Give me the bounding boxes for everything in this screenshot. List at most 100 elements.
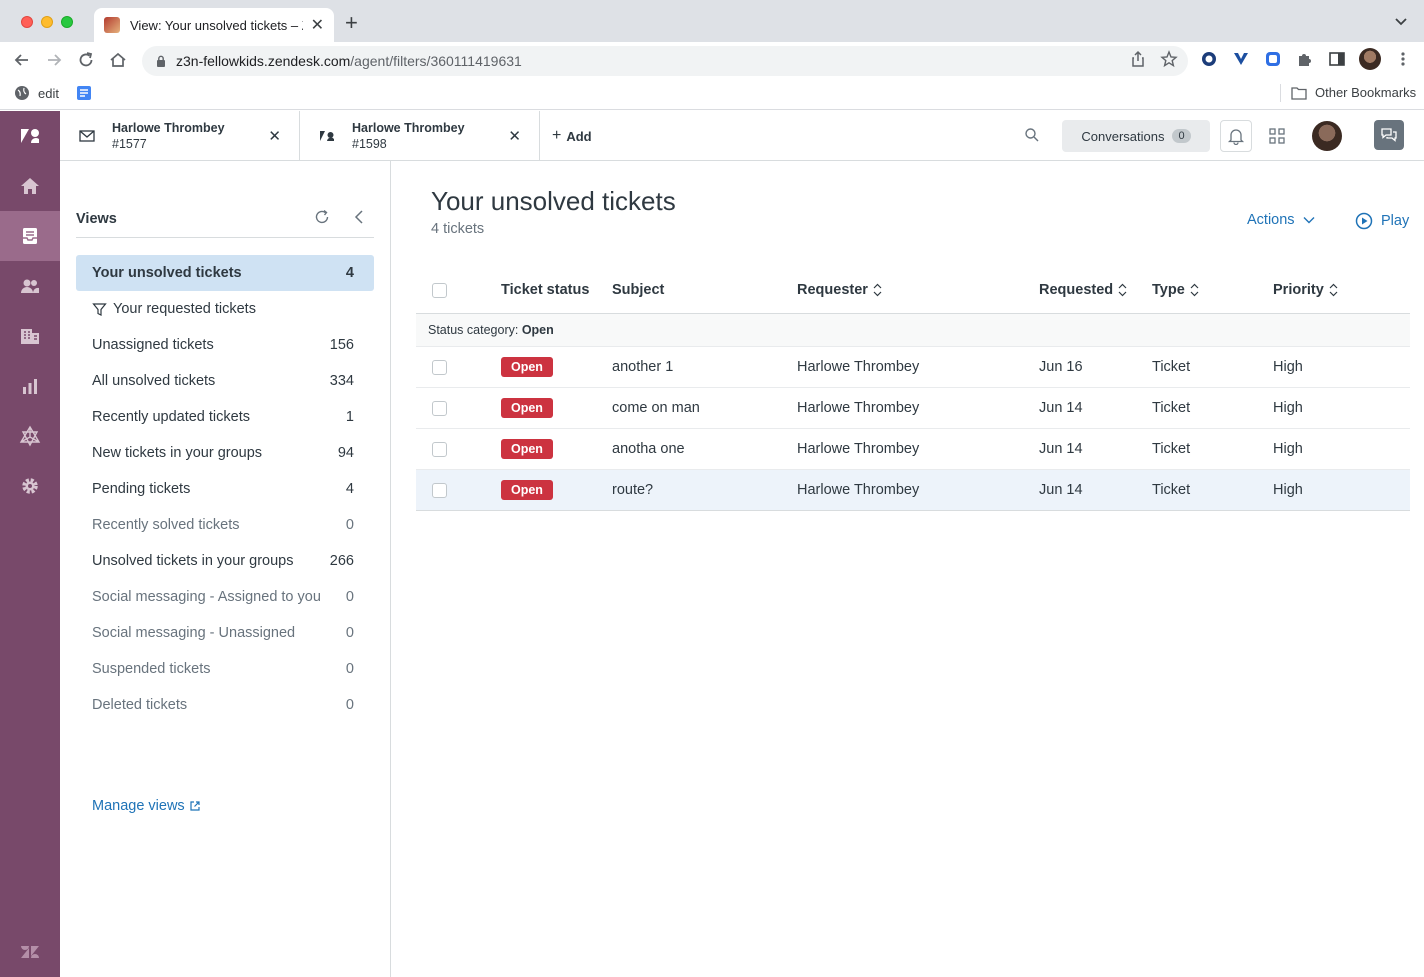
view-item[interactable]: New tickets in your groups 94 — [76, 435, 374, 471]
rail-sell[interactable] — [0, 411, 60, 461]
cell-requester: Harlowe Thrombey — [797, 482, 920, 498]
product-tray-grid-icon[interactable] — [1268, 127, 1286, 145]
view-item-count: 0 — [345, 625, 354, 641]
status-group-row: Status category: Open — [416, 314, 1410, 347]
tab-search-chevron-icon[interactable] — [1394, 14, 1408, 28]
ticket-tab-1598[interactable]: Harlowe Thrombey #1598 ✕ — [300, 111, 540, 161]
back-arrow-icon[interactable] — [12, 50, 32, 70]
close-ticket-tab-icon[interactable]: ✕ — [508, 127, 521, 145]
view-item[interactable]: Suspended tickets 0 — [76, 651, 374, 687]
view-item[interactable]: All unsolved tickets 334 — [76, 363, 374, 399]
home-icon — [21, 178, 39, 194]
rail-customers[interactable] — [0, 261, 60, 311]
new-tab-button[interactable]: + — [345, 12, 358, 34]
profile-avatar[interactable] — [1359, 48, 1381, 70]
view-item-label: Recently solved tickets — [92, 517, 240, 533]
cell-requester: Harlowe Thrombey — [797, 400, 920, 416]
manage-views-link[interactable]: Manage views — [92, 798, 201, 814]
rail-views[interactable] — [0, 211, 60, 261]
reload-icon[interactable] — [76, 50, 96, 70]
add-tab-button[interactable]: + Add — [552, 127, 592, 145]
view-item-label: Social messaging - Unassigned — [92, 625, 296, 641]
play-button[interactable]: Play — [1355, 212, 1409, 230]
view-item[interactable]: Social messaging - Assigned to you 0 — [76, 579, 374, 615]
notifications-button[interactable] — [1220, 120, 1252, 152]
view-item-count: 0 — [345, 517, 354, 533]
view-item[interactable]: Unassigned tickets 156 — [76, 327, 374, 363]
rail-home[interactable] — [0, 161, 60, 211]
maximize-window-button[interactable] — [61, 16, 73, 28]
bookmark-star-icon[interactable] — [1160, 50, 1178, 68]
views-icon — [23, 228, 37, 244]
address-bar[interactable]: z3n-fellowkids.zendesk.com/agent/filters… — [142, 46, 1188, 76]
cell-subject: come on man — [612, 400, 700, 416]
view-item[interactable]: Pending tickets 4 — [76, 471, 374, 507]
view-item[interactable]: Social messaging - Unassigned 0 — [76, 615, 374, 651]
view-item[interactable]: Recently solved tickets 0 — [76, 507, 374, 543]
rail-zendesk-products[interactable] — [0, 927, 60, 977]
column-ticket-status[interactable]: Ticket status — [501, 282, 589, 298]
close-window-button[interactable] — [21, 16, 33, 28]
close-tab-icon[interactable]: ✕ — [311, 15, 324, 35]
browser-menu-icon[interactable] — [1394, 50, 1412, 68]
select-all-checkbox[interactable] — [432, 283, 447, 298]
close-ticket-tab-icon[interactable]: ✕ — [268, 127, 281, 145]
row-checkbox[interactable] — [432, 442, 447, 457]
view-item-label: Recently updated tickets — [92, 409, 250, 425]
sort-icon — [1329, 283, 1338, 297]
extension-v-icon[interactable] — [1232, 50, 1250, 68]
extension-shield-icon[interactable] — [1264, 50, 1282, 68]
home-browser-icon[interactable] — [108, 50, 128, 70]
forward-arrow-icon[interactable] — [44, 50, 64, 70]
column-requested[interactable]: Requested — [1039, 282, 1127, 298]
conversations-button[interactable]: Conversations 0 — [1062, 120, 1210, 152]
extension-circle-icon[interactable] — [1200, 50, 1218, 68]
collapse-views-chevron-icon[interactable] — [352, 209, 366, 225]
user-avatar[interactable] — [1312, 121, 1342, 151]
table-row[interactable]: Open come on man Harlowe Thrombey Jun 14 Tic… — [416, 388, 1410, 429]
view-item-label: Social messaging - Assigned to you — [92, 589, 321, 605]
row-checkbox[interactable] — [432, 401, 447, 416]
share-icon[interactable] — [1129, 50, 1147, 68]
column-label: Subject — [612, 282, 665, 298]
view-item[interactable]: Your unsolved tickets 4 — [76, 255, 374, 291]
cell-requester: Harlowe Thrombey — [797, 359, 920, 375]
filter-funnel-icon — [92, 302, 107, 316]
rail-organizations[interactable] — [0, 311, 60, 361]
extensions-puzzle-icon[interactable] — [1296, 50, 1314, 68]
cell-priority: High — [1273, 400, 1303, 416]
refresh-views-icon[interactable] — [314, 209, 330, 225]
row-checkbox[interactable] — [432, 483, 447, 498]
minimize-window-button[interactable] — [41, 16, 53, 28]
table-row[interactable]: Open route? Harlowe Thrombey Jun 14 Ticket Hi… — [416, 470, 1410, 511]
view-item[interactable]: Recently updated tickets 1 — [76, 399, 374, 435]
zendesk-logo[interactable] — [0, 111, 60, 161]
manage-views-label: Manage views — [92, 798, 185, 814]
rail-admin[interactable] — [0, 461, 60, 511]
column-requester[interactable]: Requester — [797, 282, 882, 298]
ticket-tab-id: #1598 — [352, 137, 387, 151]
column-label: Requester — [797, 282, 868, 298]
row-checkbox[interactable] — [432, 360, 447, 375]
table-row[interactable]: Open anotha one Harlowe Thrombey Jun 14 Tick… — [416, 429, 1410, 470]
globe-icon — [15, 86, 29, 100]
play-icon — [1355, 212, 1373, 230]
actions-menu-button[interactable]: Actions — [1247, 212, 1315, 228]
side-panel-icon[interactable] — [1328, 50, 1346, 68]
column-priority[interactable]: Priority — [1273, 282, 1338, 298]
search-icon[interactable] — [1024, 127, 1040, 143]
chat-toggle-button[interactable] — [1374, 120, 1404, 150]
ticket-tab-1577[interactable]: Harlowe Thrombey #1577 ✕ — [60, 111, 300, 161]
bookmark-edit[interactable]: edit — [14, 85, 59, 101]
rail-reporting[interactable] — [0, 361, 60, 411]
column-subject[interactable]: Subject — [612, 282, 664, 298]
zendesk-icon — [320, 131, 334, 141]
view-item[interactable]: Your requested tickets — [76, 291, 374, 327]
table-row[interactable]: Open another 1 Harlowe Thrombey Jun 16 Ticke… — [416, 347, 1410, 388]
browser-tab[interactable]: View: Your unsolved tickets – Z ✕ — [94, 8, 334, 42]
other-bookmarks[interactable]: Other Bookmarks — [1291, 85, 1416, 100]
bookmark-docs[interactable] — [76, 85, 92, 101]
view-item[interactable]: Deleted tickets 0 — [76, 687, 374, 723]
column-type[interactable]: Type — [1152, 282, 1199, 298]
view-item[interactable]: Unsolved tickets in your groups 266 — [76, 543, 374, 579]
